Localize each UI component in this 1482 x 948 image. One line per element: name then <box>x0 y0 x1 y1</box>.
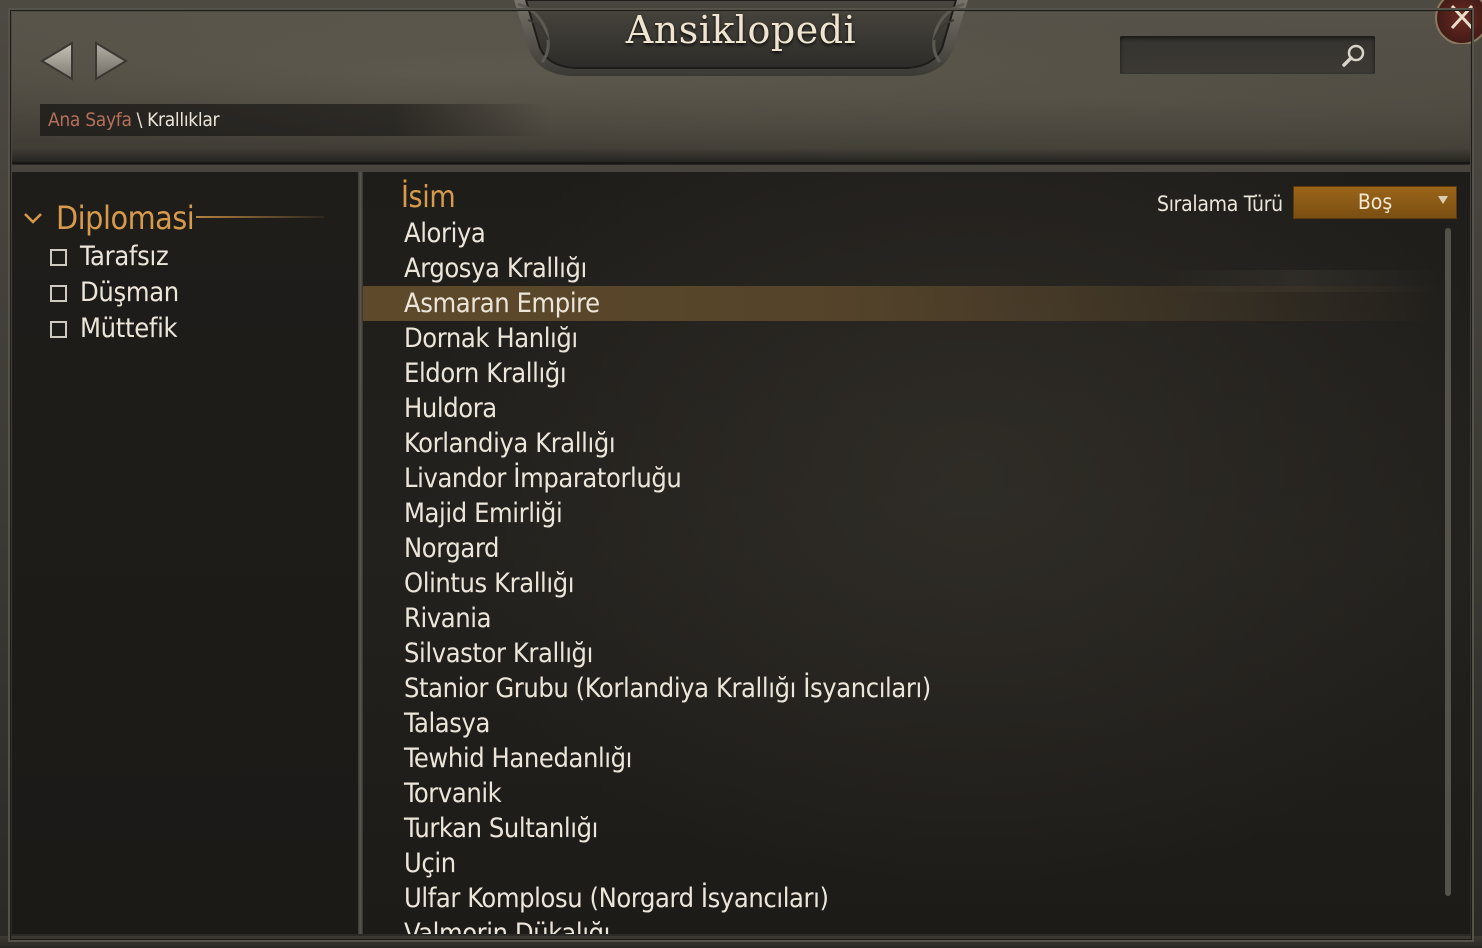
sort-type-label: Sıralama Türü <box>1157 192 1283 216</box>
kingdom-list-item[interactable]: Valmorin Dükalığı <box>363 916 1443 934</box>
kingdom-list-panel: İsim Sıralama Türü Boş Aloriya Argosya Kr… <box>363 172 1470 934</box>
name-column-header[interactable]: İsim <box>401 180 456 215</box>
kingdom-list-item[interactable]: Aloriya <box>363 216 1443 251</box>
kingdom-list-item[interactable]: Talasya <box>363 706 1443 741</box>
kingdom-list-item[interactable]: Asmaran Empire <box>363 286 1443 321</box>
filter-label-enemy: Düşman <box>80 276 179 308</box>
filter-enemy[interactable]: Düşman <box>50 276 179 308</box>
kingdom-list-item[interactable]: Stanior Grubu (Korlandiya Krallığı İsyan… <box>363 671 1443 706</box>
kingdom-list-item[interactable]: Olintus Krallığı <box>363 566 1443 601</box>
list-scrollbar[interactable] <box>1445 228 1451 896</box>
filter-neutral[interactable]: Tarafsız <box>50 240 169 272</box>
kingdom-list-item[interactable]: Turkan Sultanlığı <box>363 811 1443 846</box>
checkbox-ally[interactable] <box>50 320 67 338</box>
breadcrumb-separator: \ <box>136 109 143 131</box>
search-box <box>1120 36 1375 74</box>
left-arrow-icon <box>40 41 73 81</box>
breadcrumb: Ana Sayfa \ Krallıklar <box>40 104 548 136</box>
close-icon[interactable] <box>1432 0 1482 44</box>
kingdom-list-item[interactable]: Rivania <box>363 601 1443 636</box>
kingdom-list-item[interactable]: Eldorn Krallığı <box>363 356 1443 391</box>
breadcrumb-home-link[interactable]: Ana Sayfa <box>48 109 132 131</box>
right-arrow-icon <box>95 41 128 81</box>
title-plate: Ansiklopedi <box>512 0 970 80</box>
kingdom-list-item[interactable]: Tewhid Hanedanlığı <box>363 741 1443 776</box>
kingdom-list-item[interactable]: Argosya Krallığı <box>363 251 1443 286</box>
encyclopedia-window: Ana Sayfa \ Krallıklar Ansiklopedi Diplo… <box>0 0 1482 948</box>
kingdom-list-item[interactable]: Dornak Hanlığı <box>363 321 1443 356</box>
filter-label-ally: Müttefik <box>80 312 178 344</box>
search-icon[interactable] <box>1341 43 1367 69</box>
kingdom-list-item[interactable]: Silvastor Krallığı <box>363 636 1443 671</box>
kingdom-list-item[interactable]: Majid Emirliği <box>363 496 1443 531</box>
bottom-border <box>0 936 1482 948</box>
kingdom-list-item[interactable]: Norgard <box>363 531 1443 566</box>
filter-title-underline <box>196 216 324 218</box>
forward-button[interactable] <box>92 40 130 82</box>
kingdom-list-item[interactable]: Uçin <box>363 846 1443 881</box>
sort-type-dropdown[interactable]: Boş <box>1293 186 1457 219</box>
header-shadow <box>12 148 1470 164</box>
kingdom-list-item[interactable]: Huldora <box>363 391 1443 426</box>
kingdom-list-item[interactable]: Ulfar Komplosu (Norgard İsyancıları) <box>363 881 1443 916</box>
filter-label-neutral: Tarafsız <box>80 240 169 272</box>
kingdom-list-item[interactable]: Korlandiya Krallığı <box>363 426 1443 461</box>
caret-down-icon <box>1438 196 1448 204</box>
diplomacy-filter-header[interactable]: Diplomasi <box>22 198 195 238</box>
page-title: Ansiklopedi <box>625 8 857 52</box>
filter-ally[interactable]: Müttefik <box>50 312 178 344</box>
sort-type-value: Boş <box>1357 190 1393 214</box>
breadcrumb-current: Krallıklar <box>147 109 220 131</box>
search-input[interactable] <box>1128 40 1342 72</box>
kingdom-list: Aloriya Argosya Krallığı Asmaran Empire Dor… <box>363 216 1443 934</box>
back-button[interactable] <box>38 40 76 82</box>
kingdom-list-item[interactable]: Torvanik <box>363 776 1443 811</box>
chevron-down-icon <box>24 213 42 224</box>
checkbox-neutral[interactable] <box>50 248 67 266</box>
checkbox-enemy[interactable] <box>50 284 67 302</box>
filter-group-title: Diplomasi <box>56 199 195 237</box>
kingdom-list-item[interactable]: Livandor İmparatorluğu <box>363 461 1443 496</box>
